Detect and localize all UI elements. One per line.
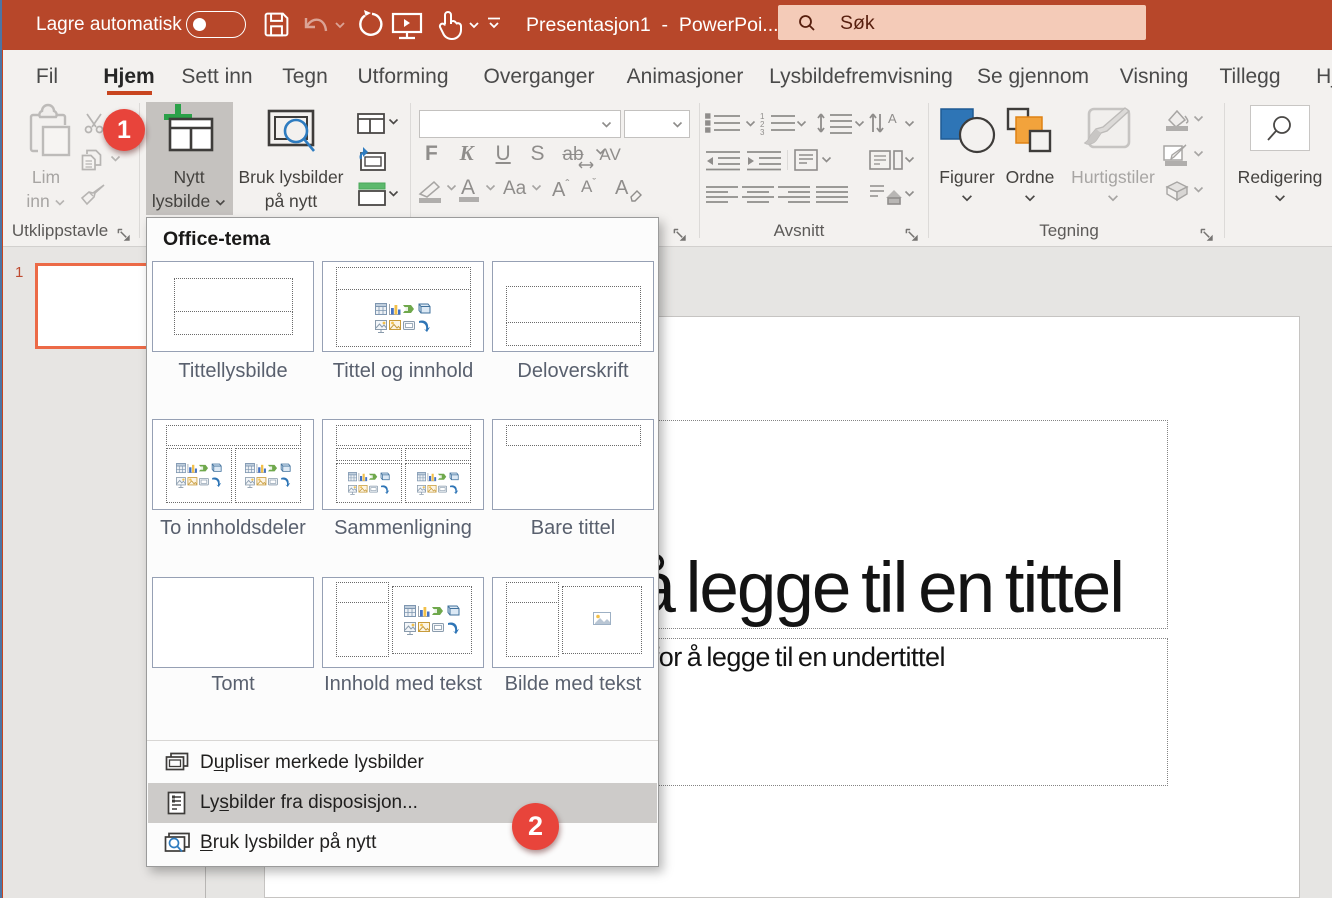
- svg-text:A: A: [888, 111, 897, 126]
- svg-text:3: 3: [760, 128, 765, 137]
